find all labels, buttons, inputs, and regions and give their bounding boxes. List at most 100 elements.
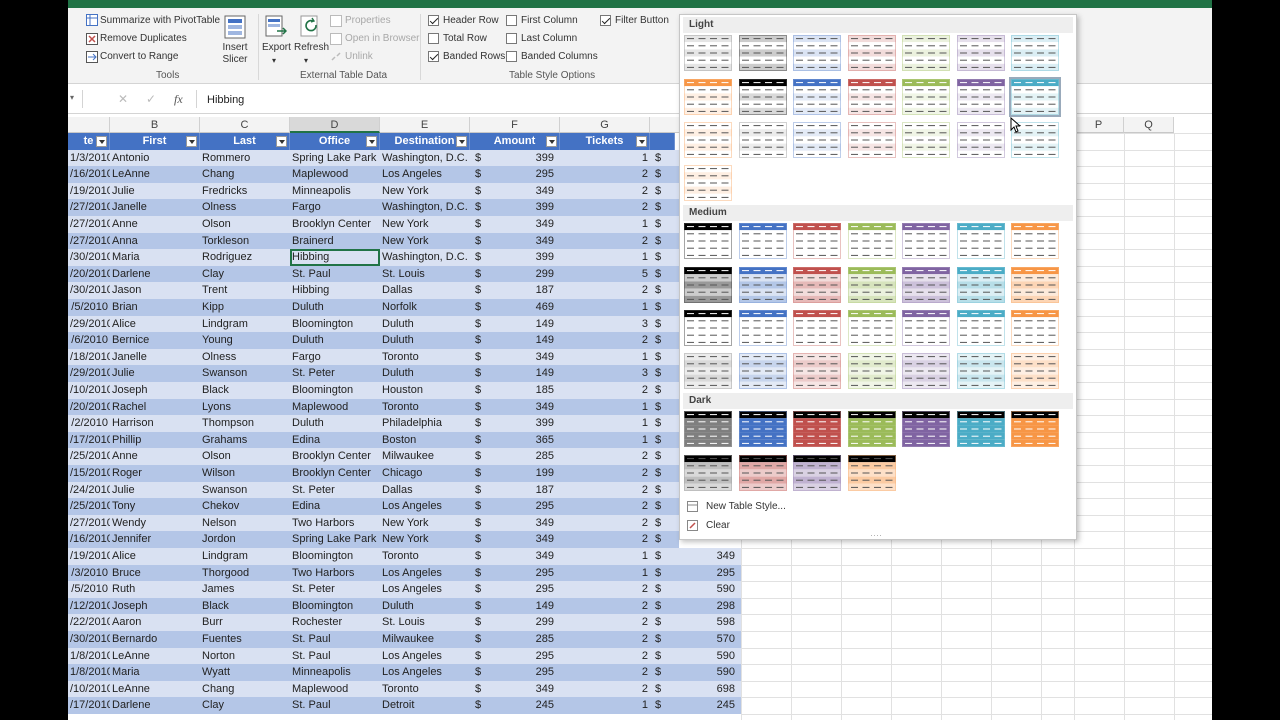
table-cell[interactable]: Julie [110, 183, 200, 200]
table-cell[interactable]: 5 [560, 266, 650, 283]
table-cell[interactable]: Bruce [110, 565, 200, 582]
table-style-swatch[interactable] [1011, 223, 1059, 259]
table-style-swatch[interactable] [956, 411, 1005, 447]
table-cell[interactable]: 295 [470, 166, 556, 183]
table-cell[interactable]: Antonio [110, 150, 200, 167]
table-style-swatch[interactable] [847, 267, 896, 303]
table-cell[interactable]: LeAnne [110, 648, 200, 665]
table-cell[interactable]: Toronto [380, 349, 470, 366]
table-style-swatch[interactable] [902, 411, 950, 447]
table-style-swatch[interactable] [738, 267, 787, 303]
table-cell[interactable]: 2 [560, 614, 650, 631]
table-cell[interactable]: /19/2010 [68, 548, 110, 565]
table-style-swatch[interactable] [738, 455, 787, 491]
table-cell[interactable]: 590 [664, 648, 737, 665]
active-cell[interactable]: Hibbing [290, 249, 380, 267]
table-cell[interactable]: Roger [110, 465, 200, 482]
table-cell[interactable]: /3/2010 [68, 565, 110, 582]
table-style-swatch[interactable] [684, 353, 732, 389]
table-cell[interactable]: /27/2010 [68, 233, 110, 250]
table-cell[interactable]: 2 [560, 465, 650, 482]
table-cell[interactable]: 2 [560, 664, 650, 681]
table-cell[interactable]: 349 [470, 548, 556, 565]
table-cell[interactable]: 349 [470, 399, 556, 416]
table-cell[interactable]: /25/2010 [68, 498, 110, 515]
column-header-b[interactable]: B [110, 117, 200, 133]
table-cell[interactable]: 199 [470, 465, 556, 482]
table-cell[interactable]: /30/2010 [68, 631, 110, 648]
table-cell[interactable]: Norfolk [380, 299, 470, 316]
table-cell[interactable]: 2 [560, 166, 650, 183]
filter-button-checkbox[interactable] [600, 15, 611, 26]
table-cell[interactable]: /2/2010 [68, 415, 110, 432]
table-cell[interactable]: Duluth [380, 332, 470, 349]
table-cell[interactable]: Milwaukee [380, 631, 470, 648]
open-in-browser-button[interactable]: Open in Browser [345, 33, 419, 44]
table-cell[interactable]: Lindgram [200, 548, 290, 565]
table-cell[interactable]: 2 [560, 681, 650, 698]
table-cell[interactable]: 349 [470, 681, 556, 698]
table-cell[interactable]: Tony [110, 498, 200, 515]
table-cell[interactable]: Olson [200, 216, 290, 233]
table-cell[interactable]: Bloomington [290, 598, 380, 615]
table-cell[interactable]: Anna [110, 233, 200, 250]
confirm-icon[interactable]: ✓ [146, 92, 156, 106]
table-style-swatch[interactable] [793, 310, 841, 346]
new-table-style-item[interactable]: New Table Style... [706, 501, 786, 512]
table-cell[interactable]: Chicago [380, 465, 470, 482]
table-cell[interactable]: /20/2010 [68, 266, 110, 283]
table-cell[interactable]: 2 [560, 382, 650, 399]
table-cell[interactable]: Chekov [200, 498, 290, 515]
table-cell[interactable]: 399 [470, 249, 556, 266]
table-cell[interactable]: Milwaukee [380, 448, 470, 465]
refresh-button[interactable]: Refresh [294, 42, 329, 53]
table-cell[interactable]: Wilson [200, 465, 290, 482]
table-style-swatch[interactable] [902, 353, 950, 389]
table-cell[interactable]: 2 [560, 233, 650, 250]
table-cell[interactable]: Lyons [200, 399, 290, 416]
table-cell[interactable]: Maplewood [290, 681, 380, 698]
table-cell[interactable]: 598 [664, 614, 737, 631]
table-header-last[interactable]: Last [200, 133, 290, 150]
table-cell[interactable]: Dallas [380, 482, 470, 499]
table-cell[interactable]: Thorgood [200, 565, 290, 582]
table-style-swatch[interactable] [902, 122, 950, 158]
filter-dropdown-icon[interactable] [366, 136, 377, 147]
table-style-swatch[interactable] [1011, 267, 1059, 303]
table-cell[interactable]: 295 [470, 664, 556, 681]
table-cell[interactable]: Los Angeles [380, 498, 470, 515]
table-style-swatch[interactable] [956, 122, 1005, 158]
table-cell[interactable]: New York [380, 515, 470, 532]
table-header-te[interactable]: te [68, 133, 110, 150]
table-cell[interactable]: St. Paul [290, 266, 380, 283]
table-cell[interactable]: /17/2010 [68, 697, 110, 714]
convert-to-range-button[interactable]: Convert to Range [100, 51, 178, 62]
table-cell[interactable]: Harrison [110, 415, 200, 432]
table-cell[interactable]: /15/2010 [68, 465, 110, 482]
column-header-q[interactable]: Q [1124, 117, 1174, 133]
table-cell[interactable]: Black [200, 382, 290, 399]
export-dropdown-arrow[interactable]: ▾ [272, 56, 276, 65]
column-header-c[interactable]: C [200, 117, 290, 133]
table-cell[interactable]: 469 [470, 299, 556, 316]
table-cell[interactable]: 1 [560, 399, 650, 416]
table-style-swatch[interactable] [793, 79, 841, 115]
table-cell[interactable]: Rachel [110, 399, 200, 416]
table-cell[interactable]: 2 [560, 581, 650, 598]
table-style-swatch[interactable] [847, 455, 896, 491]
table-header-tickets[interactable]: Tickets [560, 133, 650, 150]
table-cell[interactable]: Minneapolis [290, 183, 380, 200]
table-cell[interactable]: Chang [200, 681, 290, 698]
table-cell[interactable]: 1/8/2010 [68, 648, 110, 665]
table-style-swatch[interactable] [793, 122, 841, 158]
table-cell[interactable]: New York [380, 233, 470, 250]
table-cell[interactable]: 2 [560, 498, 650, 515]
table-cell[interactable]: 349 [470, 531, 556, 548]
table-cell[interactable]: Anne [110, 448, 200, 465]
table-cell[interactable]: Rommero [200, 150, 290, 167]
table-cell[interactable]: Bernice [110, 332, 200, 349]
table-cell[interactable]: 3 [560, 316, 650, 333]
table-style-swatch[interactable] [793, 455, 841, 491]
table-style-swatch[interactable] [793, 223, 841, 259]
table-cell[interactable]: 2 [560, 482, 650, 499]
